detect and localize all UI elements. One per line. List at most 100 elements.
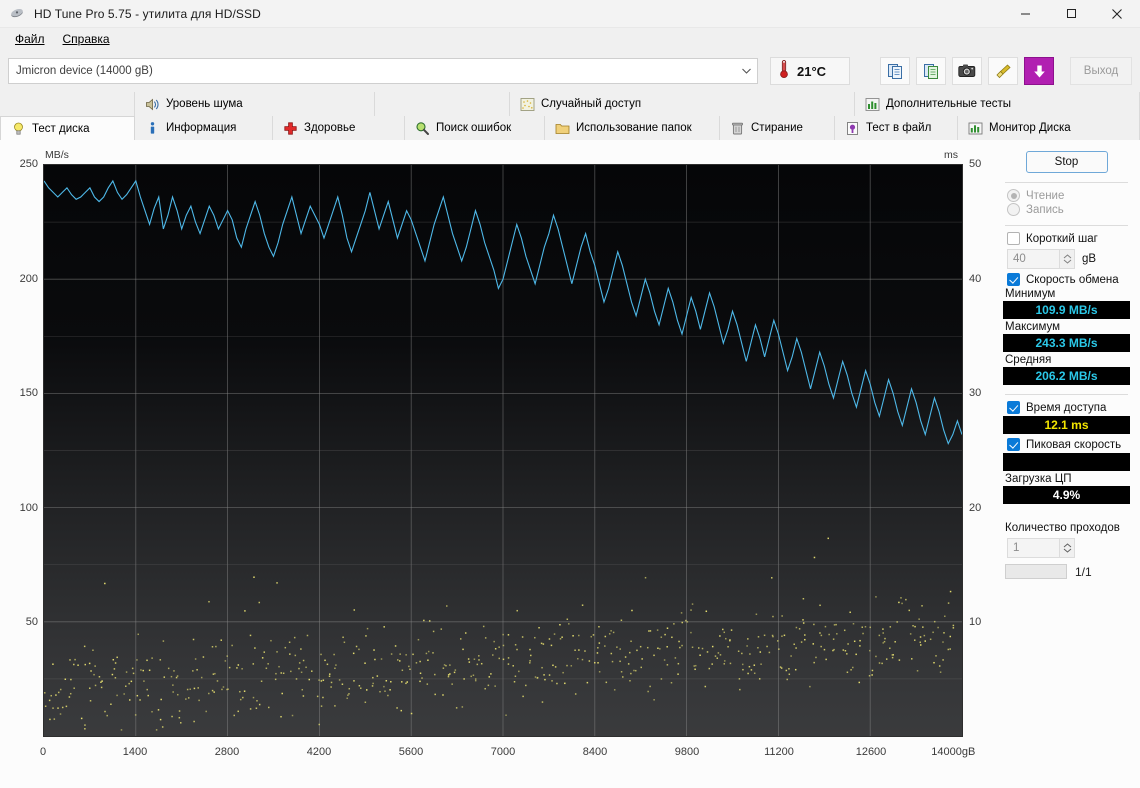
tab-erase[interactable]: Стирание	[720, 116, 835, 140]
checkbox-burst-rate-box	[1007, 438, 1020, 451]
size-stepper-row: 40 gB	[1007, 249, 1130, 269]
speaker-icon	[145, 97, 160, 112]
monitor-icon	[968, 121, 983, 136]
checkbox-access-time[interactable]: Время доступа	[1007, 401, 1130, 414]
x-tick-label: 9800	[674, 746, 700, 758]
tab-disk-monitor[interactable]: Монитор Диска	[958, 116, 1140, 140]
close-button[interactable]	[1094, 0, 1140, 28]
temperature-value: 21°C	[797, 63, 827, 79]
tab-health[interactable]: Здоровье	[273, 116, 405, 140]
hdd-icon	[10, 6, 26, 22]
cross-icon	[283, 121, 298, 136]
plot-area[interactable]	[43, 164, 963, 737]
checkbox-short-stroke-label: Короткий шаг	[1026, 232, 1098, 245]
checkbox-transfer-rate-label: Скорость обмена	[1026, 273, 1119, 286]
tab-extra-tests[interactable]: Дополнительные тесты	[855, 92, 1140, 116]
average-label: Средняя	[1005, 354, 1052, 366]
exit-button[interactable]: Выход	[1070, 57, 1132, 85]
title-bar: HD Tune Pro 5.75 - утилита для HD/SSD	[0, 0, 1140, 28]
tab-row1-spacer	[0, 92, 135, 116]
exit-button-label: Выход	[1083, 65, 1119, 77]
divider-3	[1005, 394, 1128, 395]
x-tick-label: 4200	[306, 746, 332, 758]
stop-button-label: Stop	[1054, 156, 1079, 168]
y-tick-label: 150	[19, 387, 38, 400]
toolbar: Jmicron device (14000 gB) 21°C Выход	[0, 50, 1140, 92]
x-tick-label: 5600	[398, 746, 424, 758]
y-axis-title: MB/s	[45, 149, 69, 161]
random-icon	[520, 97, 535, 112]
passes-stepper-value: 1	[1013, 542, 1020, 554]
passes-label: Количество проходов	[1005, 522, 1120, 534]
tab-random-access-label: Случайный доступ	[541, 98, 642, 110]
y2-tick-label: 40	[969, 272, 982, 285]
stop-button[interactable]: Stop	[1025, 151, 1108, 173]
tab-folder-usage[interactable]: Использование папок	[545, 116, 720, 140]
device-select[interactable]: Jmicron device (14000 gB)	[8, 58, 758, 84]
magnifier-icon	[415, 121, 430, 136]
cpu-usage-value: 4.9%	[1003, 486, 1130, 504]
checkbox-burst-rate-label: Пиковая скорость	[1026, 438, 1122, 451]
tab-file-benchmark-label: Тест в файл	[866, 122, 932, 134]
tab-file-benchmark[interactable]: Тест в файл	[835, 116, 958, 140]
camera-icon[interactable]	[952, 57, 982, 85]
download-icon[interactable]	[1024, 57, 1054, 85]
radio-read-label: Чтение	[1026, 189, 1065, 202]
file-test-icon	[845, 121, 860, 136]
pass-progress-bar	[1005, 564, 1067, 579]
plot-svg	[44, 165, 962, 736]
radio-write-label: Запись	[1026, 203, 1064, 216]
radio-read-indicator	[1007, 189, 1020, 202]
burst-rate-value	[1003, 453, 1130, 471]
size-stepper-value: 40	[1013, 253, 1026, 265]
minimize-button[interactable]	[1002, 0, 1048, 28]
tab-noise-level-label: Уровень шума	[166, 98, 243, 110]
hd-tune-window: HD Tune Pro 5.75 - утилита для HD/SSD Фа…	[0, 0, 1140, 788]
minimum-value: 109.9 MB/s	[1003, 301, 1130, 319]
passes-stepper[interactable]: 1	[1007, 538, 1075, 558]
maximum-value: 243.3 MB/s	[1003, 334, 1130, 352]
broom-icon[interactable]	[988, 57, 1018, 85]
checkbox-burst-rate[interactable]: Пиковая скорость	[1007, 438, 1130, 451]
tab-erase-label: Стирание	[751, 122, 803, 134]
radio-read[interactable]: Чтение	[1007, 189, 1130, 202]
checkbox-transfer-rate[interactable]: Скорость обмена	[1007, 273, 1130, 286]
copy-green-icon[interactable]	[916, 57, 946, 85]
tab-noise-level[interactable]: Уровень шума	[135, 92, 375, 116]
menu-help[interactable]: Справка	[54, 30, 119, 48]
checkbox-short-stroke-box	[1007, 232, 1020, 245]
passes-stepper-buttons[interactable]	[1059, 539, 1074, 557]
y-tick-label: 100	[19, 501, 38, 514]
size-stepper-buttons[interactable]	[1059, 250, 1074, 268]
tab-error-scan-label: Поиск ошибок	[436, 122, 512, 134]
x-tick-label: 12600	[855, 746, 887, 758]
maximize-button[interactable]	[1048, 0, 1094, 28]
radio-write-indicator	[1007, 203, 1020, 216]
tab-info[interactable]: Информация	[135, 116, 273, 140]
thermometer-icon	[777, 59, 791, 84]
menu-help-label: Справка	[62, 32, 110, 46]
bulb-icon	[11, 121, 26, 136]
trash-icon	[730, 121, 745, 136]
checkbox-access-time-label: Время доступа	[1026, 401, 1107, 414]
divider-1	[1005, 182, 1128, 183]
copy-icon[interactable]	[880, 57, 910, 85]
average-value: 206.2 MB/s	[1003, 367, 1130, 385]
size-stepper[interactable]: 40	[1007, 249, 1075, 269]
radio-write[interactable]: Запись	[1007, 203, 1130, 216]
checkbox-transfer-rate-box	[1007, 273, 1020, 286]
x-tick-label: 7000	[490, 746, 516, 758]
y2-tick-label: 50	[969, 158, 982, 170]
tab-error-scan[interactable]: Поиск ошибок	[405, 116, 545, 140]
tab-disk-benchmark[interactable]: Тест диска	[0, 116, 135, 140]
y-tick-label: 200	[19, 272, 38, 285]
menu-file[interactable]: Файл	[6, 30, 54, 48]
main-content: MB/s ms 50 100 150 200 250 10 20 30 40 50 0 1400 2…	[0, 140, 1140, 788]
tab-folder-usage-label: Использование папок	[576, 122, 692, 134]
x-tick-label: 2800	[214, 746, 240, 758]
chevron-down-icon[interactable]	[735, 59, 757, 83]
y2-tick-label: 20	[969, 501, 982, 514]
size-stepper-unit: gB	[1082, 253, 1097, 265]
checkbox-short-stroke[interactable]: Короткий шаг	[1007, 232, 1130, 245]
tab-random-access[interactable]: Случайный доступ	[510, 92, 855, 116]
